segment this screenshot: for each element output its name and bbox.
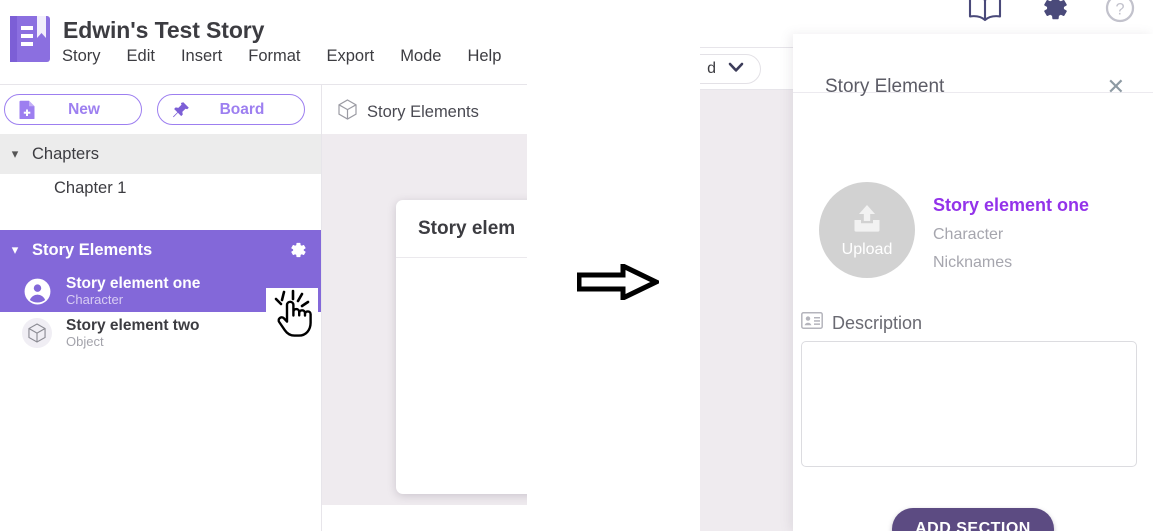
menu-item-edit[interactable]: Edit — [127, 47, 169, 66]
sidebar-section-chapters-label: Chapters — [32, 144, 99, 163]
arrow-right-icon — [576, 262, 662, 302]
upload-avatar-button[interactable]: Upload — [819, 182, 915, 278]
menu-item-export[interactable]: Export — [327, 47, 389, 66]
story-element-two-type: Object — [66, 333, 104, 349]
close-icon[interactable]: ✕ — [1107, 76, 1125, 98]
svg-text:?: ? — [1115, 0, 1124, 18]
menu-item-help[interactable]: Help — [467, 47, 515, 66]
menu-item-story[interactable]: Story — [62, 47, 115, 66]
right-screenshot-region: ? d Story Element ✕ Upload Story element… — [700, 0, 1153, 531]
board-button[interactable]: Board — [157, 94, 305, 125]
dialog-title: Story Element — [825, 76, 945, 97]
description-label-row: Description — [801, 312, 922, 334]
cursor-backdrop — [266, 288, 318, 316]
toolbar: New Board Story Elements — [0, 85, 527, 135]
story-element-card-title: Story elem — [396, 200, 527, 258]
gear-icon[interactable] — [1039, 0, 1069, 23]
upload-icon — [850, 202, 884, 239]
mode-dropdown-value: d — [707, 60, 716, 77]
story-element-dialog: Story Element ✕ Upload Story element one… — [793, 34, 1153, 531]
story-element-card[interactable]: Story elem — [396, 200, 527, 494]
mode-dropdown[interactable]: d — [700, 54, 761, 84]
canvas-area — [700, 88, 793, 531]
element-type: Character — [933, 226, 1004, 243]
chevron-down-icon: ▾ — [11, 242, 19, 257]
sidebar-section-story-elements[interactable]: ▾ Story Elements — [0, 230, 321, 270]
new-button[interactable]: New — [4, 94, 142, 125]
sidebar-item-text: Story element two Object — [66, 316, 200, 349]
element-info: Story element one Character Nicknames — [933, 196, 1089, 271]
tab-story-elements-label: Story Elements — [367, 102, 479, 121]
menu-item-insert[interactable]: Insert — [181, 47, 236, 66]
sidebar-item-chapter-1-label: Chapter 1 — [54, 178, 127, 197]
sidebar-section-chapters[interactable]: ▾ Chapters — [0, 134, 321, 174]
new-document-icon — [19, 100, 36, 119]
menu-item-format[interactable]: Format — [248, 47, 314, 66]
page-title: Edwin's Test Story — [63, 17, 265, 43]
sidebar-item-chapter-1[interactable]: Chapter 1 — [0, 174, 321, 202]
sidebar-item-text: Story element one Character — [66, 274, 201, 307]
cube-icon — [338, 99, 357, 125]
person-icon — [22, 276, 52, 306]
left-screenshot-region: Edwin's Test Story Story Edit Insert For… — [0, 0, 527, 531]
toolbar-divider — [321, 85, 322, 134]
gear-icon[interactable] — [288, 241, 307, 260]
pushpin-icon — [172, 101, 190, 119]
story-element-one-name: Story element one — [66, 274, 201, 292]
sidebar-section-story-elements-label: Story Elements — [32, 240, 153, 259]
top-icon-group: ? — [967, 0, 1135, 23]
element-name: Story element one — [933, 195, 1090, 215]
story-element-one-type: Character — [66, 291, 124, 307]
contact-card-icon — [801, 312, 823, 334]
sidebar-item-story-element-two[interactable]: Story element two Object — [0, 312, 321, 354]
menu-bar: Story Edit Insert Format Export Mode Hel… — [62, 47, 515, 66]
description-label: Description — [832, 312, 923, 333]
book-icon — [8, 14, 52, 64]
story-element-two-name: Story element two — [66, 316, 200, 334]
app-header: Edwin's Test Story Story Edit Insert For… — [0, 0, 527, 85]
element-nicknames: Nicknames — [933, 254, 1013, 271]
chevron-down-icon — [728, 60, 744, 78]
tab-story-elements[interactable]: Story Elements — [338, 99, 479, 125]
description-input[interactable] — [801, 341, 1137, 467]
chevron-down-icon: ▾ — [11, 146, 19, 161]
cube-icon — [22, 318, 52, 348]
help-circle-icon[interactable]: ? — [1105, 0, 1135, 23]
add-section-button[interactable]: ADD SECTION — [892, 508, 1054, 531]
open-book-icon[interactable] — [967, 0, 1003, 23]
upload-label: Upload — [841, 240, 893, 258]
sidebar: ▾ Chapters Chapter 1 ▾ Story Elements St… — [0, 134, 322, 531]
menu-item-mode[interactable]: Mode — [400, 47, 455, 66]
